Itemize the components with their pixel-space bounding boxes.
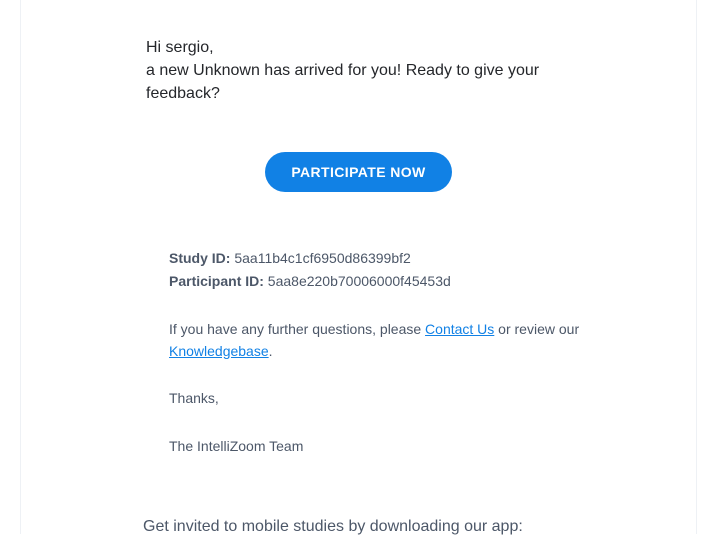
study-id-row: Study ID: 5aa11b4c1cf6950d86399bf2 [169, 248, 606, 270]
footer-invite: Get invited to mobile studies by downloa… [143, 518, 606, 536]
thanks-text: Thanks, [169, 388, 606, 410]
details-block: Study ID: 5aa11b4c1cf6950d86399bf2 Parti… [169, 248, 606, 458]
support-text: If you have any further questions, pleas… [169, 319, 606, 362]
support-mid: or review our [494, 321, 579, 337]
greeting-block: Hi sergio, a new Unknown has arrived for… [146, 36, 571, 106]
outer-container: Hi sergio, a new Unknown has arrived for… [0, 0, 717, 534]
participate-button[interactable]: PARTICIPATE NOW [265, 152, 451, 192]
participant-id-row: Participant ID: 5aa8e220b70006000f45453d [169, 271, 606, 293]
participant-id-value: 5aa8e220b70006000f45453d [268, 273, 451, 289]
participant-id-label: Participant ID: [169, 273, 264, 289]
support-prefix: If you have any further questions, pleas… [169, 321, 425, 337]
study-id-value: 5aa11b4c1cf6950d86399bf2 [234, 250, 410, 266]
signature-text: The IntelliZoom Team [169, 436, 606, 458]
greeting-line-1: Hi sergio, [146, 36, 571, 59]
knowledgebase-link[interactable]: Knowledgebase [169, 343, 269, 359]
support-suffix: . [269, 343, 273, 359]
cta-row: PARTICIPATE NOW [51, 152, 666, 192]
study-id-label: Study ID: [169, 250, 230, 266]
contact-us-link[interactable]: Contact Us [425, 321, 494, 337]
email-panel: Hi sergio, a new Unknown has arrived for… [20, 0, 697, 534]
greeting-line-2: a new Unknown has arrived for you! Ready… [146, 59, 571, 105]
